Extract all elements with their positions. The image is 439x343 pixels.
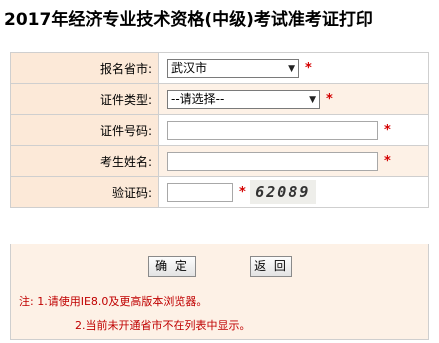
id-type-select[interactable]: --请选择-- ▼ (167, 89, 320, 109)
id-type-select-value: --请选择-- (171, 91, 225, 106)
chevron-down-icon: ▼ (288, 63, 295, 74)
button-row: 确 定 返 回 (10, 244, 429, 292)
required-marker: * (305, 60, 312, 76)
province-select[interactable]: 武汉市 ▼ (167, 58, 299, 78)
captcha-image[interactable]: 62089 (249, 180, 316, 204)
back-button[interactable]: 返 回 (250, 256, 292, 277)
captcha-label: 验证码: (10, 176, 159, 208)
required-marker: * (384, 122, 391, 138)
notes-section: 注: 1.请使用IE8.0及更高版本浏览器。 2.当前未开通省市不在列表中显示。 (10, 292, 429, 340)
form-row-name: 考生姓名: * (10, 145, 429, 177)
province-select-value: 武汉市 (171, 60, 208, 75)
id-number-input[interactable] (167, 120, 378, 140)
note-line-1: 注: 1.请使用IE8.0及更高版本浏览器。 (19, 295, 208, 308)
name-label: 考生姓名: (10, 145, 159, 177)
exam-ticket-form: 报名省市: 武汉市 ▼ * 证件类型: --请选择-- ▼ * 证件号码: * … (10, 52, 429, 208)
required-marker: * (384, 153, 391, 169)
province-label: 报名省市: (10, 52, 159, 84)
id-number-label: 证件号码: (10, 114, 159, 146)
required-marker: * (326, 91, 333, 107)
name-input[interactable] (167, 151, 378, 171)
form-row-captcha: 验证码: * 62089 (10, 176, 429, 208)
form-row-id-type: 证件类型: --请选择-- ▼ * (10, 83, 429, 115)
id-type-label: 证件类型: (10, 83, 159, 115)
chevron-down-icon: ▼ (309, 94, 316, 105)
page-title: 2017年经济专业技术资格(中级)考试准考证打印 (4, 10, 373, 30)
captcha-input[interactable] (167, 182, 233, 202)
form-row-id-number: 证件号码: * (10, 114, 429, 146)
confirm-button[interactable]: 确 定 (148, 256, 196, 277)
form-row-province: 报名省市: 武汉市 ▼ * (10, 52, 429, 84)
required-marker: * (239, 184, 246, 200)
note-line-2: 2.当前未开通省市不在列表中显示。 (75, 319, 251, 332)
